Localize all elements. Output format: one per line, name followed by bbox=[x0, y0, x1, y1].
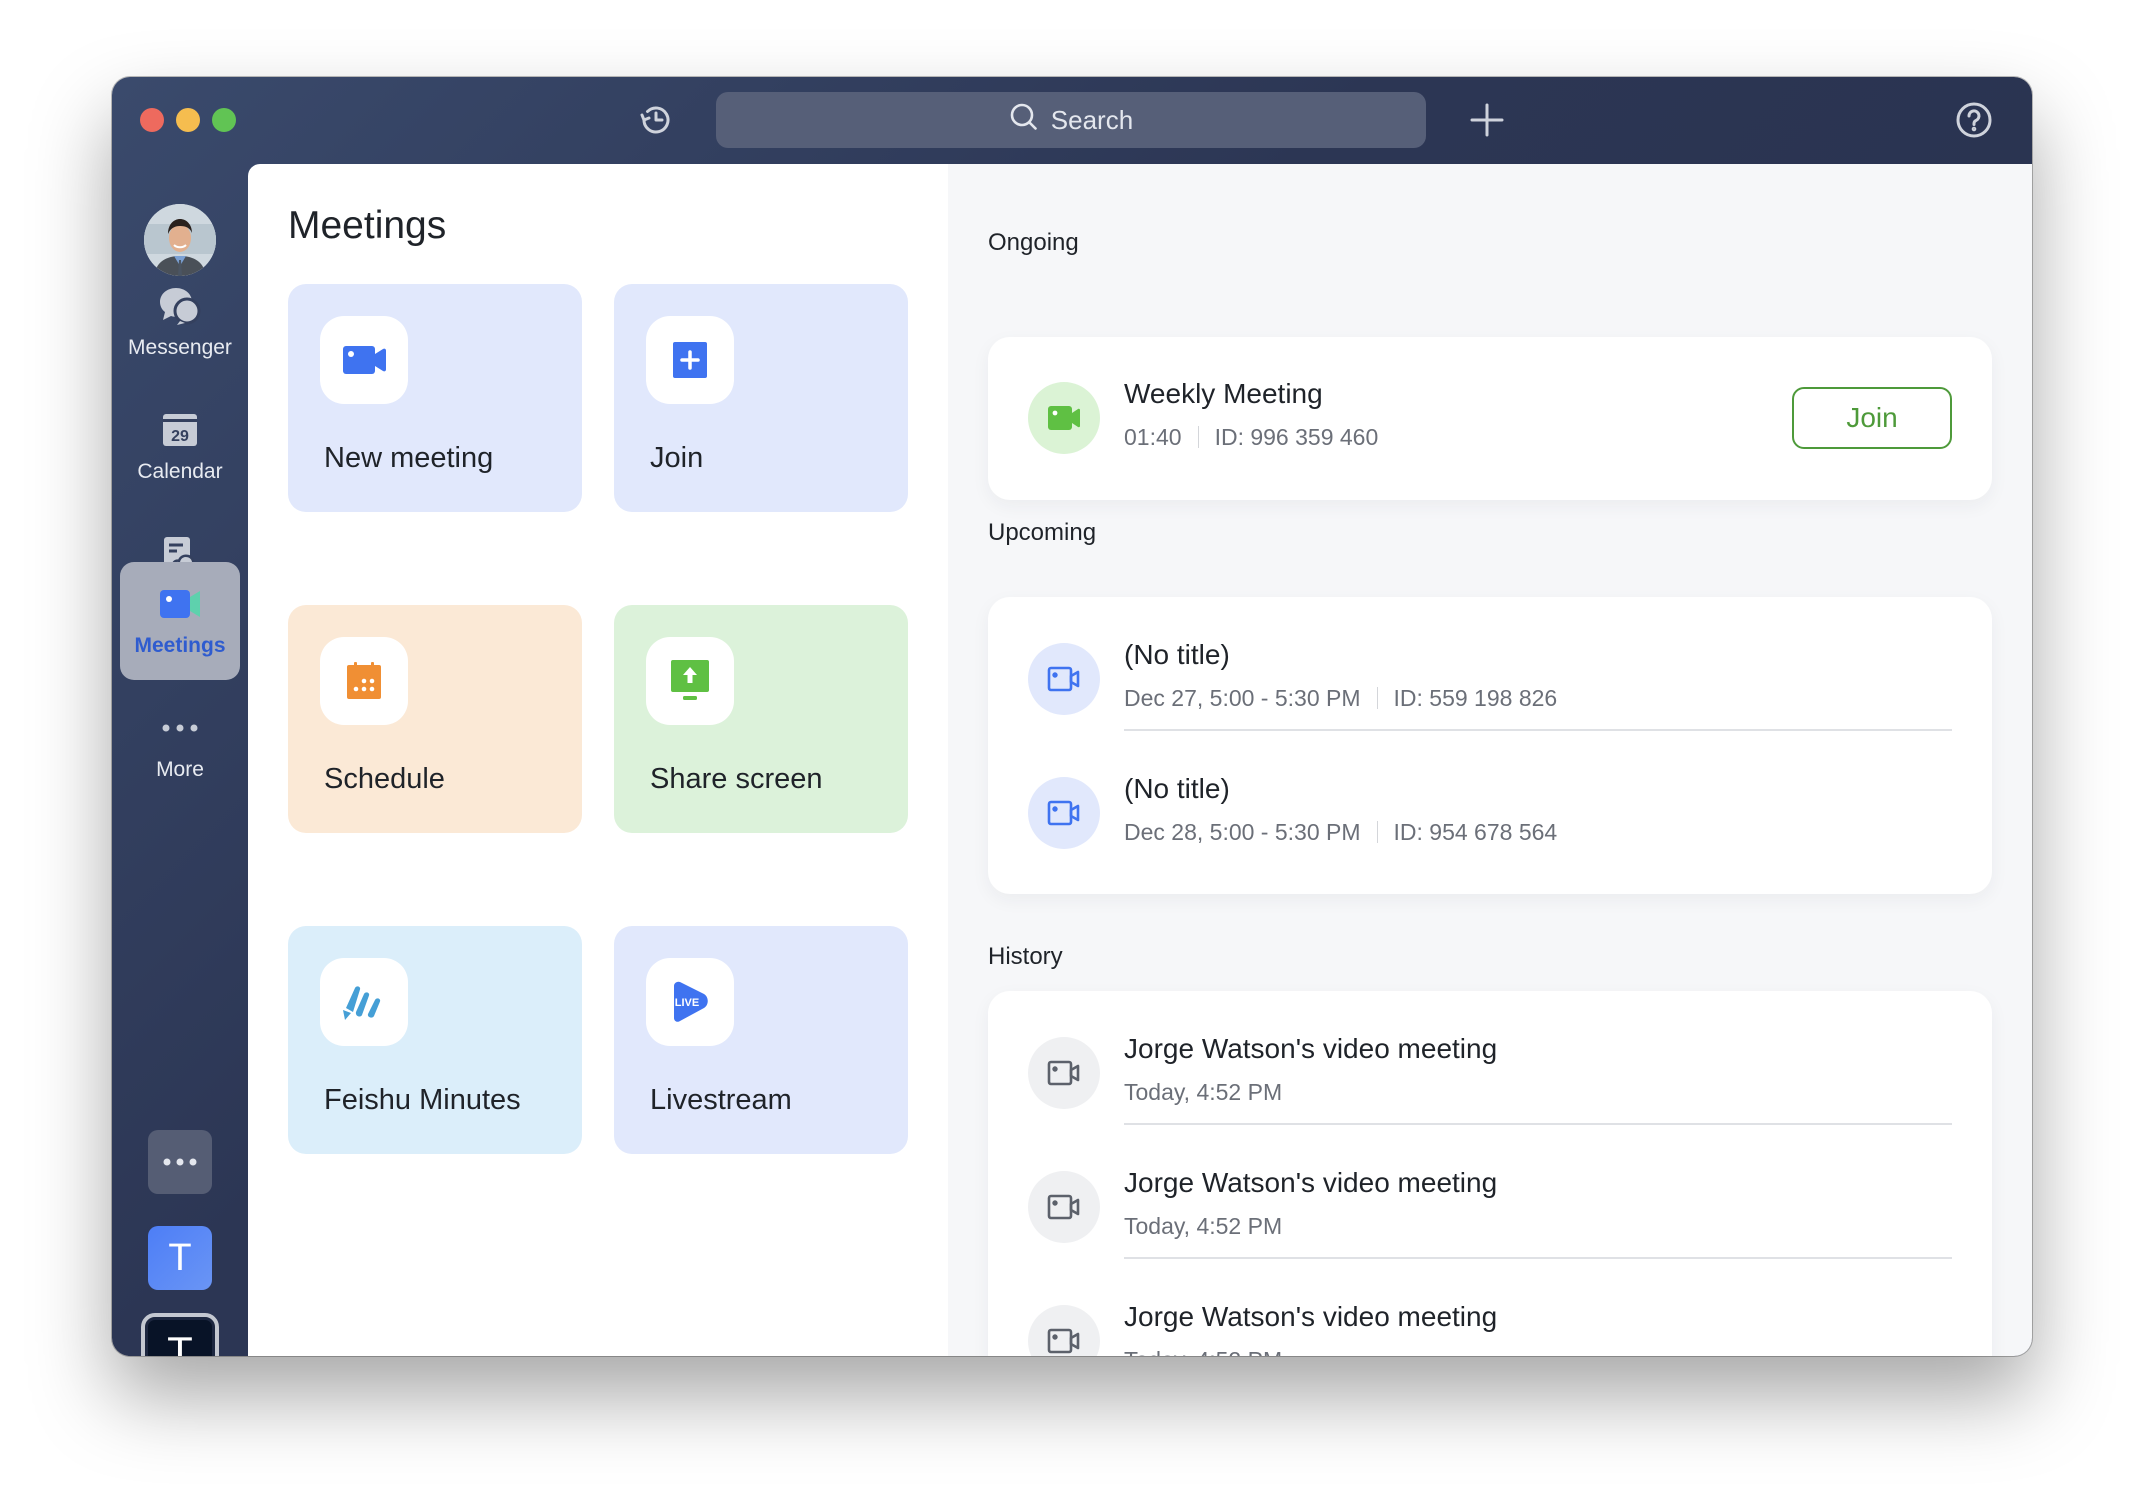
sidebar-item-label: Messenger bbox=[128, 336, 232, 359]
share-screen-tile[interactable]: Share screen bbox=[614, 605, 908, 833]
svg-text:29: 29 bbox=[171, 428, 189, 445]
share-screen-icon bbox=[646, 637, 734, 725]
close-window-button[interactable] bbox=[140, 108, 164, 132]
sidebar-item-calendar[interactable]: 29 Calendar bbox=[120, 388, 240, 506]
meeting-id: ID: 559 198 826 bbox=[1393, 685, 1558, 711]
meeting-meta: Dec 27, 5:00 - 5:30 PM ID: 559 198 826 bbox=[1124, 685, 1557, 712]
tile-label: Share screen bbox=[650, 763, 823, 795]
meeting-id: ID: 954 678 564 bbox=[1393, 819, 1558, 845]
plus-square-icon bbox=[646, 316, 734, 404]
meeting-time: Today, 4:52 PM bbox=[1124, 1079, 1283, 1105]
more-dots-icon bbox=[158, 708, 202, 748]
history-meeting-row[interactable]: Jorge Watson's video meeting Today, 4:52… bbox=[988, 991, 1992, 1125]
meeting-title: Jorge Watson's video meeting bbox=[1124, 1301, 1498, 1332]
calendar-icon bbox=[320, 637, 408, 725]
video-camera-outline-icon bbox=[1028, 777, 1100, 849]
schedule-tile[interactable]: Schedule bbox=[288, 605, 582, 833]
chat-bubbles-icon bbox=[158, 286, 202, 326]
livestream-tile[interactable]: LIVE Livestream bbox=[614, 926, 908, 1154]
new-meeting-tile[interactable]: New meeting bbox=[288, 284, 582, 512]
meeting-title: Jorge Watson's video meeting bbox=[1124, 1033, 1498, 1064]
tile-label: Join bbox=[650, 442, 704, 474]
meeting-title: Jorge Watson's video meeting bbox=[1124, 1167, 1498, 1198]
sidebar-item-more[interactable]: More bbox=[120, 686, 240, 804]
app-t-blue-label: T bbox=[168, 1236, 192, 1279]
history-icon[interactable] bbox=[638, 102, 674, 138]
app-t-dark-label: T bbox=[167, 1328, 193, 1356]
search-input[interactable]: Search bbox=[716, 92, 1426, 148]
sidebar: Messenger 29 Calendar Docs bbox=[112, 164, 248, 1356]
video-camera-icon bbox=[320, 316, 408, 404]
help-icon[interactable] bbox=[1955, 101, 1993, 139]
meeting-meta: Dec 28, 5:00 - 5:30 PM ID: 954 678 564 bbox=[1124, 819, 1557, 846]
upcoming-meeting-row[interactable]: (No title) Dec 27, 5:00 - 5:30 PM ID: 559… bbox=[988, 597, 1992, 731]
history-meeting-row[interactable]: Jorge Watson's video meeting Today, 4:52… bbox=[988, 1125, 1992, 1259]
meeting-title: Weekly Meeting bbox=[1124, 378, 1323, 409]
history-meeting-row[interactable]: Jorge Watson's video meeting Today, 4:52… bbox=[988, 1259, 1992, 1356]
upcoming-card: (No title) Dec 27, 5:00 - 5:30 PM ID: 559… bbox=[988, 597, 1992, 894]
tile-label: Feishu Minutes bbox=[324, 1084, 521, 1116]
search-placeholder: Search bbox=[1050, 104, 1134, 135]
feishu-minutes-tile[interactable]: Feishu Minutes bbox=[288, 926, 582, 1154]
meeting-time: Dec 28, 5:00 - 5:30 PM bbox=[1124, 819, 1361, 845]
ongoing-section-label: Ongoing bbox=[988, 229, 1079, 256]
meeting-time: Dec 27, 5:00 - 5:30 PM bbox=[1124, 685, 1361, 711]
ongoing-meeting-row[interactable]: Weekly Meeting 01:40 ID: 996 359 460 Join bbox=[988, 336, 1992, 470]
more-apps-icon bbox=[163, 1158, 197, 1166]
meeting-time: Today, 4:52 PM bbox=[1124, 1213, 1283, 1239]
live-icon: LIVE bbox=[646, 958, 734, 1046]
page-title: Meetings bbox=[288, 204, 447, 247]
sidebar-item-label: Calendar bbox=[137, 460, 223, 483]
meeting-duration: 01:40 bbox=[1124, 424, 1182, 450]
video-camera-icon bbox=[1028, 382, 1100, 454]
tile-label: New meeting bbox=[324, 442, 494, 474]
video-camera-outline-icon bbox=[1028, 1037, 1100, 1109]
separator bbox=[1197, 426, 1199, 448]
join-tile[interactable]: Join bbox=[614, 284, 908, 512]
title-bar: Search bbox=[112, 77, 2032, 164]
video-camera-outline-icon bbox=[1028, 1171, 1100, 1243]
tile-label: Schedule bbox=[324, 763, 445, 795]
meetings-actions-panel: Meetings New meeting Join Schedule Share… bbox=[248, 164, 948, 1356]
upcoming-meeting-row[interactable]: (No title) Dec 28, 5:00 - 5:30 PM ID: 954… bbox=[988, 731, 1992, 865]
svg-text:LIVE: LIVE bbox=[675, 997, 699, 1009]
meetings-list-panel: Ongoing Weekly Meeting 01:40 ID: 996 359 … bbox=[948, 164, 2032, 1356]
sidebar-item-label: Meetings bbox=[134, 634, 226, 657]
sidebar-item-label: More bbox=[156, 758, 204, 781]
app-window: Search Messenger 29 Calendar Meetings Mo… bbox=[112, 77, 2032, 1356]
join-button[interactable]: Join bbox=[1792, 387, 1952, 449]
history-card: Jorge Watson's video meeting Today, 4:52… bbox=[988, 991, 1992, 1356]
video-camera-outline-icon bbox=[1028, 643, 1100, 715]
tile-label: Livestream bbox=[650, 1084, 792, 1116]
video-camera-icon bbox=[158, 584, 202, 624]
sidebar-item-meetings[interactable]: Meetings bbox=[120, 562, 240, 680]
meeting-time: Today, 4:52 PM bbox=[1124, 1347, 1282, 1356]
meeting-id: ID: 996 359 460 bbox=[1214, 424, 1379, 450]
plus-icon[interactable] bbox=[1468, 101, 1506, 139]
meeting-title: (No title) bbox=[1124, 773, 1230, 804]
video-camera-outline-icon bbox=[1028, 1305, 1100, 1356]
calendar-icon: 29 bbox=[158, 410, 202, 450]
meeting-title: (No title) bbox=[1124, 639, 1230, 670]
minimize-window-button[interactable] bbox=[176, 108, 200, 132]
meeting-meta: 01:40 ID: 996 359 460 bbox=[1124, 424, 1378, 451]
zoom-window-button[interactable] bbox=[212, 108, 236, 132]
app-t-blue-button[interactable]: T bbox=[148, 1226, 212, 1290]
ongoing-card: Weekly Meeting 01:40 ID: 996 359 460 Join bbox=[988, 337, 1992, 500]
search-icon bbox=[1009, 102, 1039, 139]
separator bbox=[1376, 821, 1378, 843]
app-t-dark-button[interactable]: T bbox=[141, 1313, 219, 1356]
separator bbox=[1376, 687, 1378, 709]
more-apps-button[interactable] bbox=[148, 1130, 212, 1194]
minutes-icon bbox=[320, 958, 408, 1046]
sidebar-item-messenger[interactable]: Messenger bbox=[120, 264, 240, 382]
history-section-label: History bbox=[988, 943, 1063, 970]
upcoming-section-label: Upcoming bbox=[988, 519, 1097, 546]
